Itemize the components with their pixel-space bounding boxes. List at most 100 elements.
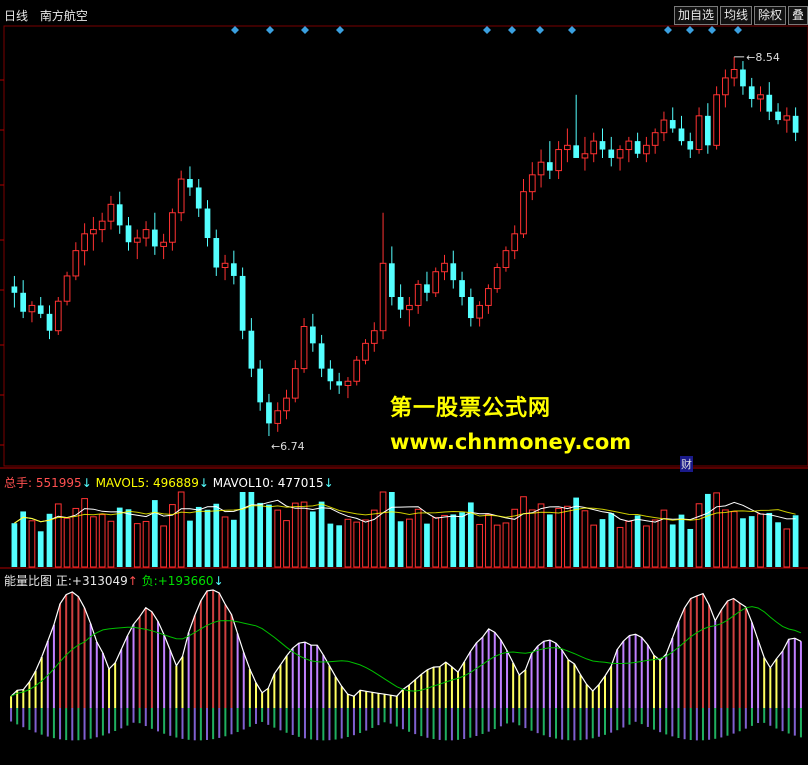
volume-bar — [309, 511, 316, 567]
energy-envelope-line — [10, 589, 802, 697]
candle-body — [90, 229, 97, 235]
candle-body — [441, 262, 448, 273]
volume-bar — [72, 507, 80, 568]
candle-body — [107, 203, 115, 222]
candle-body — [28, 304, 36, 313]
candle-body — [283, 397, 290, 412]
candle-body — [546, 162, 553, 171]
volume-bar — [177, 491, 185, 568]
event-diamond-icon — [266, 26, 274, 34]
volume-bar — [54, 503, 62, 568]
volume-bar — [476, 523, 483, 568]
watermark-title: 第一股票公式网 — [390, 396, 552, 421]
volume-bar — [300, 501, 308, 568]
volume-bar — [318, 501, 325, 567]
volume-bar — [327, 523, 334, 567]
mavol10-value: 477015 — [277, 476, 324, 490]
energy-legend: 能量比图 正:+313049↑ 负:+193660↓ — [4, 572, 224, 589]
volume-bar — [493, 524, 501, 568]
volume-bar — [608, 513, 615, 567]
candle-body — [520, 191, 527, 235]
candle-body — [722, 77, 729, 96]
energy-title: 能量比图 — [4, 574, 53, 588]
candle-body — [388, 263, 395, 298]
candle-body — [406, 304, 413, 311]
volume-bar — [581, 510, 589, 568]
candle-body — [54, 300, 62, 332]
chart-canvas[interactable]: ←8.54 ←6.74 — [0, 0, 808, 765]
volume-bar — [651, 519, 659, 568]
event-diamond-icon — [508, 26, 516, 34]
candle-body — [300, 325, 308, 370]
candle-body — [230, 263, 237, 276]
volume-bar — [643, 525, 650, 568]
volume-bar — [37, 531, 44, 567]
mavol5-value: 496889 — [153, 476, 199, 490]
event-diamond-icon — [483, 26, 491, 34]
event-diamond-icon — [664, 26, 672, 34]
candle-body — [432, 271, 440, 294]
watermark-url[interactable]: www.chnmoney.com — [390, 430, 631, 454]
volume-bar — [213, 503, 220, 567]
candle-body — [63, 275, 71, 302]
volume-bar — [187, 520, 193, 567]
candle-body — [327, 368, 334, 382]
volume-bar — [204, 509, 211, 567]
volume-bar — [98, 514, 106, 568]
high-price-label: ←8.54 — [746, 51, 780, 64]
candle-body — [730, 68, 738, 79]
volume-bar — [669, 524, 676, 567]
candle-body — [783, 115, 791, 121]
volume-bar — [142, 520, 150, 568]
candle-body — [98, 220, 106, 231]
volume-bar — [370, 509, 378, 568]
candle-body — [695, 115, 703, 151]
finance-badge[interactable]: 财 — [680, 456, 693, 472]
candle-body — [274, 410, 282, 424]
event-markers — [231, 26, 742, 34]
volume-legend: 总手: 551995↓ MAVOL5: 496889↓ MAVOL10: 477… — [4, 474, 334, 491]
volume-bar — [379, 491, 387, 568]
candle-body — [511, 233, 519, 252]
candle-body — [116, 204, 123, 226]
candle-body — [239, 275, 246, 331]
candle-body — [309, 326, 316, 344]
candle-body — [362, 342, 369, 361]
candle-body — [151, 229, 158, 247]
candle-body — [424, 284, 430, 293]
candle-body — [590, 140, 598, 155]
event-diamond-icon — [686, 26, 694, 34]
candle-body — [687, 141, 694, 150]
volume-bar — [424, 523, 430, 567]
candle-body — [467, 297, 474, 319]
volume-bar — [230, 519, 237, 567]
volume-bar — [520, 496, 527, 568]
volume-bar — [195, 506, 202, 567]
candle-body — [11, 286, 18, 293]
candle-body — [766, 94, 773, 112]
volume-bar — [283, 520, 290, 568]
negative-label: 负: — [141, 574, 158, 588]
candle-body — [485, 288, 492, 306]
candle-body — [370, 330, 378, 344]
candle-body — [336, 381, 343, 386]
candle-body — [266, 402, 272, 424]
volume-bar — [344, 518, 352, 568]
volume-bar — [388, 492, 395, 567]
volume-bar — [616, 526, 624, 568]
volume-bar — [599, 519, 606, 567]
volume-bar — [766, 512, 773, 567]
volume-bar — [239, 492, 246, 567]
volume-bar — [459, 512, 465, 567]
volume-bar — [687, 528, 694, 567]
candlestick-series — [11, 56, 799, 437]
event-diamond-icon — [231, 26, 239, 34]
volume-bar — [266, 504, 272, 567]
candle-body — [748, 86, 755, 99]
candle-body — [291, 368, 299, 399]
volume-bar — [757, 513, 764, 568]
arrow-down-icon: ↓ — [81, 476, 92, 490]
candle-body — [213, 238, 220, 268]
candle-body — [678, 128, 685, 142]
candle-body — [643, 144, 650, 155]
